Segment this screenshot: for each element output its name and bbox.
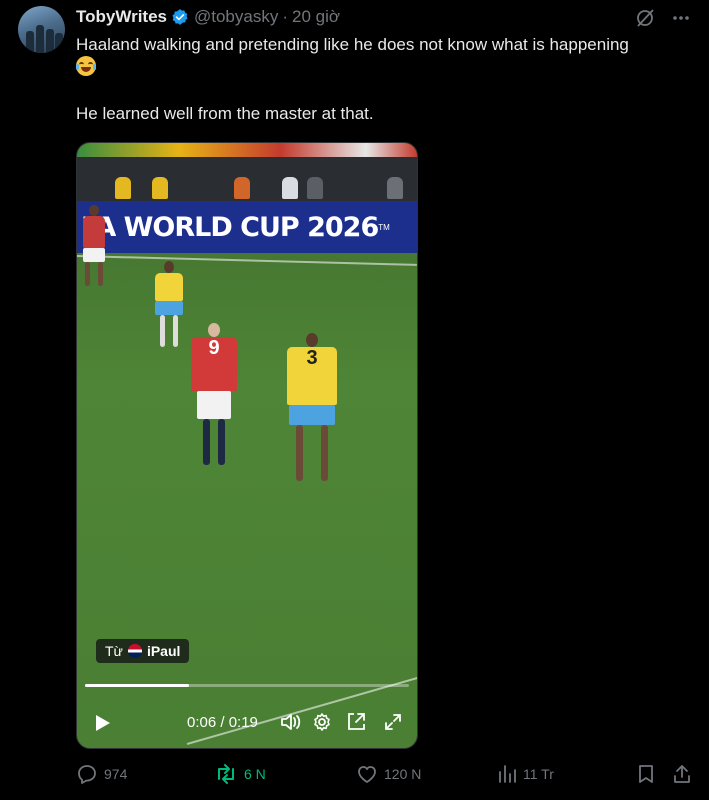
- post-actions-bar: 974 6 N 120 N 11 Tr: [76, 762, 696, 786]
- post-top-icons: [635, 8, 691, 28]
- author-name[interactable]: TobyWrites: [76, 7, 167, 27]
- source-name: iPaul: [146, 643, 181, 659]
- volume-icon[interactable]: [279, 711, 301, 733]
- share-button[interactable]: [672, 762, 692, 786]
- reply-count: 974: [104, 766, 128, 782]
- grok-icon[interactable]: [635, 8, 655, 28]
- video-progress-fill: [85, 684, 189, 687]
- views-count: 11 Tr: [523, 766, 554, 782]
- advertising-board: FA WORLD CUP 2026 TM: [77, 201, 417, 253]
- author-handle[interactable]: @tobyasky: [194, 7, 278, 27]
- repost-icon: [218, 764, 234, 784]
- views-chart-icon: [499, 765, 516, 783]
- like-count: 120 N: [384, 766, 422, 782]
- bookmark-button[interactable]: [636, 762, 656, 786]
- picture-in-picture-icon[interactable]: [345, 711, 367, 733]
- share-icon: [674, 765, 690, 783]
- post-text-line1: Haaland walking and pretending like he d…: [76, 35, 629, 54]
- more-options-icon[interactable]: [671, 8, 691, 28]
- reply-button[interactable]: 974: [76, 762, 127, 786]
- red-player-number: 9: [191, 337, 237, 391]
- post-emoji-line: [76, 56, 696, 79]
- post-text: Haaland walking and pretending like he d…: [76, 33, 696, 125]
- video-player[interactable]: FA WORLD CUP 2026 TM 9 3 Từ iPaul 0:06 /…: [76, 142, 418, 749]
- reply-icon: [78, 765, 96, 784]
- verified-badge-icon: [172, 9, 188, 25]
- player-red-number-9: 9: [191, 323, 237, 465]
- player-yellow-number-3: 3: [287, 333, 337, 481]
- source-prefix: Từ: [105, 643, 123, 659]
- laughing-emoji-icon: [76, 56, 96, 76]
- play-icon[interactable]: [95, 714, 111, 732]
- separator-dot: ·: [282, 7, 289, 26]
- post-text-line2: He learned well from the master at that.: [76, 104, 374, 123]
- video-controls: 0:06 / 0:19: [77, 705, 417, 741]
- fullscreen-icon[interactable]: [383, 711, 403, 733]
- uk-flag-icon: [127, 644, 142, 658]
- video-progress-bar[interactable]: [85, 684, 409, 687]
- video-time: 0:06 / 0:19: [187, 714, 258, 731]
- post-time[interactable]: 20 giờ: [292, 7, 340, 27]
- player-red-background: [83, 205, 105, 286]
- settings-gear-icon[interactable]: [312, 711, 332, 733]
- stadium-stand: [77, 143, 417, 207]
- player-yellow-midfield: [155, 261, 183, 347]
- author-avatar[interactable]: [18, 6, 65, 53]
- repost-count: 6 N: [244, 766, 266, 782]
- repost-button[interactable]: 6 N: [214, 762, 266, 786]
- like-button[interactable]: 120 N: [356, 762, 421, 786]
- board-tm: TM: [378, 222, 390, 232]
- bookmark-icon: [639, 765, 653, 783]
- board-text: FA WORLD CUP 2026: [81, 211, 379, 243]
- views-button[interactable]: 11 Tr: [497, 762, 554, 786]
- video-source-label[interactable]: Từ iPaul: [96, 639, 190, 663]
- heart-icon: [358, 766, 376, 783]
- post-header: TobyWrites @tobyasky · 20 giờ: [76, 7, 340, 27]
- yellow-player-number: 3: [287, 347, 337, 405]
